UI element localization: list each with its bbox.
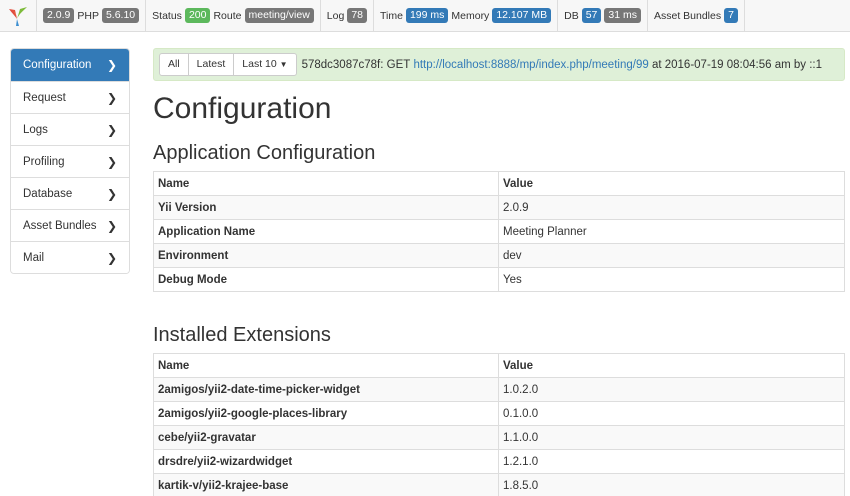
request-url-link[interactable]: http://localhost:8888/mp/index.php/meeti… (413, 59, 648, 71)
all-button[interactable]: All (159, 53, 189, 76)
sidebar-item-label: Profiling (23, 155, 65, 168)
sidebar-item-profiling[interactable]: Profiling ❯ (11, 145, 129, 177)
table-row: Environment dev (153, 243, 845, 268)
toolbar-profiling-block[interactable]: Time 199 ms Memory 12.107 MB (374, 0, 559, 31)
time-badge: 199 ms (405, 8, 449, 23)
toolbar-version-block[interactable]: 2.0.9 PHP 5.6.10 (37, 0, 147, 31)
row-name: Application Name (153, 219, 499, 244)
table-row: Application Name Meeting Planner (153, 219, 845, 244)
table-row: kartik-v/yii2-krajee-base 1.8.5.0 (153, 473, 845, 496)
row-name: drsdre/yii2-wizardwidget (153, 449, 499, 474)
table-row: Debug Mode Yes (153, 267, 845, 292)
status-code-badge: 200 (184, 8, 211, 23)
asset-bundles-label: Asset Bundles (653, 9, 722, 22)
app-config-heading: Application Configuration (153, 142, 376, 164)
chevron-right-icon: ❯ (106, 90, 117, 105)
page-title: Configuration (153, 92, 332, 125)
last-10-dropdown[interactable]: Last 10 ▼ (233, 53, 297, 76)
row-name: cebe/yii2-gravatar (153, 425, 499, 450)
table-row: 2amigos/yii2-google-places-library 0.1.0… (153, 401, 845, 426)
toolbar-asset-block[interactable]: Asset Bundles 7 (648, 0, 745, 31)
request-time-text: at 2016-07-19 08:04:56 am by ::1 (651, 58, 823, 71)
table-row: Yii Version 2.0.9 (153, 195, 845, 220)
history-button-group: All Latest Last 10 ▼ (159, 53, 297, 76)
table-header-row: Name Value (153, 171, 845, 196)
memory-badge: 12.107 MB (492, 8, 552, 23)
route-label: Route (213, 9, 242, 22)
column-header-name: Name (153, 171, 499, 196)
chevron-right-icon: ❯ (106, 122, 117, 137)
column-header-value: Value (498, 353, 845, 378)
row-name: Environment (153, 243, 499, 268)
db-count-badge: 57 (581, 8, 602, 23)
sidebar-item-label: Configuration (23, 59, 92, 71)
asset-bundles-badge: 7 (724, 8, 738, 23)
latest-button[interactable]: Latest (187, 53, 235, 76)
sidebar-item-database[interactable]: Database ❯ (11, 177, 129, 209)
row-value: Yes (498, 267, 845, 292)
extensions-heading: Installed Extensions (153, 324, 331, 346)
sidebar-item-label: Request (23, 91, 66, 104)
db-time-badge: 31 ms (604, 8, 641, 23)
request-info-bar: All Latest Last 10 ▼ 578dc3087c78f: GET … (153, 48, 845, 81)
log-label: Log (326, 9, 345, 22)
debug-toolbar: 2.0.9 PHP 5.6.10 Status 200 Route meetin… (0, 0, 850, 32)
sidebar-item-configuration[interactable]: Configuration ❯ (11, 49, 129, 81)
sidebar-item-request[interactable]: Request ❯ (11, 81, 129, 113)
memory-label: Memory (451, 9, 490, 22)
chevron-right-icon: ❯ (106, 218, 117, 233)
toolbar-log-block[interactable]: Log 78 (321, 0, 374, 31)
extensions-table: Name Value 2amigos/yii2-date-time-picker… (153, 353, 845, 496)
sidebar-nav: Configuration ❯ Request ❯ Logs ❯ Profili… (10, 48, 130, 274)
status-label: Status (152, 9, 182, 22)
yii-logo-icon (9, 6, 27, 26)
table-row: cebe/yii2-gravatar 1.1.0.0 (153, 425, 845, 450)
php-version-badge: 5.6.10 (101, 8, 140, 23)
caret-down-icon: ▼ (279, 60, 288, 69)
sidebar-item-label: Database (23, 187, 73, 200)
sidebar-item-label: Mail (23, 251, 45, 264)
sidebar-item-mail[interactable]: Mail ❯ (11, 241, 129, 273)
last-10-label: Last 10 (242, 58, 277, 70)
sidebar-item-logs[interactable]: Logs ❯ (11, 113, 129, 145)
request-tag-text: 578dc3087c78f: GET (301, 58, 411, 71)
row-value: 2.0.9 (498, 195, 845, 220)
php-label: PHP (77, 9, 99, 22)
chevron-right-icon: ❯ (106, 250, 117, 265)
toolbar-db-block[interactable]: DB 57 31 ms (558, 0, 648, 31)
chevron-right-icon: ❯ (106, 58, 117, 72)
chevron-right-icon: ❯ (106, 154, 117, 169)
row-value: 0.1.0.0 (498, 401, 845, 426)
toolbar-request-block[interactable]: Status 200 Route meeting/view (146, 0, 321, 31)
table-row: 2amigos/yii2-date-time-picker-widget 1.0… (153, 377, 845, 402)
column-header-name: Name (153, 353, 499, 378)
table-header-row: Name Value (153, 353, 845, 378)
row-value: 1.8.5.0 (498, 473, 845, 496)
chevron-right-icon: ❯ (106, 186, 117, 201)
row-value: dev (498, 243, 845, 268)
route-badge: meeting/view (244, 8, 314, 23)
row-value: 1.0.2.0 (498, 377, 845, 402)
row-value: Meeting Planner (498, 219, 845, 244)
time-label: Time (380, 9, 403, 22)
app-config-table: Name Value Yii Version 2.0.9 Application… (153, 171, 845, 292)
sidebar-item-label: Logs (23, 123, 48, 136)
log-count-badge: 78 (347, 8, 367, 23)
sidebar-item-label: Asset Bundles (23, 219, 97, 232)
row-value: 1.2.1.0 (498, 449, 845, 474)
table-row: drsdre/yii2-wizardwidget 1.2.1.0 (153, 449, 845, 474)
row-name: Debug Mode (153, 267, 499, 292)
sidebar-item-asset-bundles[interactable]: Asset Bundles ❯ (11, 209, 129, 241)
row-name: 2amigos/yii2-date-time-picker-widget (153, 377, 499, 402)
row-name: 2amigos/yii2-google-places-library (153, 401, 499, 426)
column-header-value: Value (498, 171, 845, 196)
yii-logo[interactable] (0, 0, 37, 31)
yii-version-badge: 2.0.9 (43, 8, 75, 23)
row-name: Yii Version (153, 195, 499, 220)
db-label: DB (564, 9, 579, 22)
row-name: kartik-v/yii2-krajee-base (153, 473, 499, 496)
row-value: 1.1.0.0 (498, 425, 845, 450)
